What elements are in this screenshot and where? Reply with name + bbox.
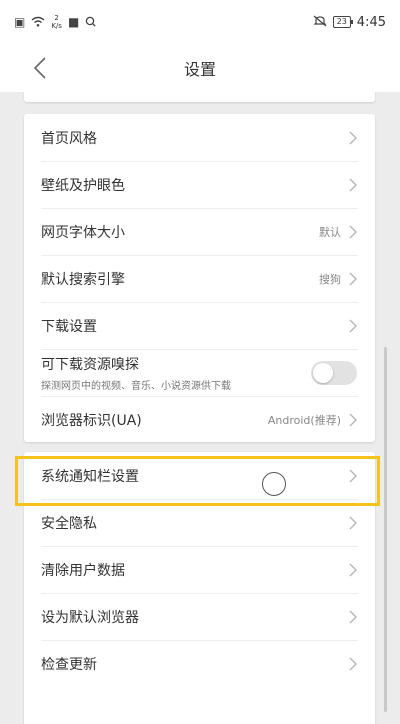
setting-user-agent[interactable]: 浏览器标识(UA) Android(推荐) — [24, 396, 375, 443]
chevron-right-icon — [349, 272, 357, 285]
resource-sniff-toggle[interactable] — [311, 360, 357, 385]
setting-label: 安全隐私 — [41, 515, 97, 532]
notification-icon: ▣ — [14, 15, 26, 29]
setting-label: 首页风格 — [41, 130, 97, 147]
header: 设置 — [0, 44, 400, 92]
status-bar: ▣ 2 K/s ■ 23 4:45 — [0, 0, 400, 44]
setting-label: 默认搜索引擎 — [41, 271, 125, 288]
net-speed-unit: K/s — [51, 22, 62, 30]
setting-label: 检查更新 — [41, 656, 97, 673]
settings-content[interactable]: 首页风格 壁纸及护眼色 网页字体大小 默认 默认搜索引擎 搜狗 下载设置 可下载… — [0, 92, 400, 724]
setting-value: Android(推荐) — [267, 413, 341, 427]
setting-font-size[interactable]: 网页字体大小 默认 — [24, 208, 375, 255]
setting-value: 默认 — [319, 225, 341, 239]
setting-notification-bar[interactable]: 系统通知栏设置 — [24, 452, 375, 499]
setting-label: 壁纸及护眼色 — [41, 177, 125, 194]
setting-download[interactable]: 下载设置 — [24, 302, 375, 349]
setting-text: 可下载资源嗅探 探测网页中的视频、音乐、小说资源供下载 — [41, 354, 311, 392]
page-title: 设置 — [183, 60, 216, 79]
setting-privacy[interactable]: 安全隐私 — [24, 499, 375, 546]
chevron-right-icon — [349, 131, 357, 144]
chevron-right-icon — [349, 225, 357, 238]
settings-group-2: 系统通知栏设置 安全隐私 清除用户数据 设为默认浏览器 检查更新 — [24, 452, 375, 724]
chevron-right-icon — [349, 516, 357, 529]
chevron-left-icon — [33, 57, 46, 79]
settings-group-1: 首页风格 壁纸及护眼色 网页字体大小 默认 默认搜索引擎 搜狗 下载设置 可下载… — [24, 114, 375, 442]
chevron-right-icon — [349, 178, 357, 191]
chevron-right-icon — [349, 657, 357, 670]
battery-icon: 23 — [332, 16, 354, 28]
toggle-knob — [313, 362, 333, 383]
setting-label: 可下载资源嗅探 — [41, 356, 139, 373]
scrollbar[interactable] — [384, 347, 387, 712]
chevron-right-icon — [349, 563, 357, 576]
setting-clear-data[interactable]: 清除用户数据 — [24, 546, 375, 593]
setting-label: 网页字体大小 — [41, 224, 125, 241]
setting-default-browser[interactable]: 设为默认浏览器 — [24, 593, 375, 640]
chevron-right-icon — [349, 610, 357, 623]
setting-label: 系统通知栏设置 — [41, 468, 139, 485]
setting-label: 清除用户数据 — [41, 562, 125, 579]
setting-label: 设为默认浏览器 — [41, 609, 139, 626]
setting-subtitle: 探测网页中的视频、音乐、小说资源供下载 — [41, 380, 231, 392]
chevron-right-icon — [349, 469, 357, 482]
net-speed-value: 2 — [54, 14, 59, 22]
chevron-right-icon — [349, 413, 357, 426]
setting-check-update[interactable]: 检查更新 — [24, 640, 375, 687]
status-time: 4:45 — [356, 14, 386, 30]
mute-icon — [313, 15, 327, 29]
wifi-icon — [31, 16, 45, 29]
setting-value: 搜狗 — [319, 272, 341, 286]
search-status-icon — [85, 16, 96, 29]
network-speed: 2 K/s — [51, 14, 62, 30]
stop-icon: ■ — [67, 15, 80, 29]
setting-home-style[interactable]: 首页风格 — [24, 114, 375, 161]
back-button[interactable] — [22, 50, 58, 86]
status-right: 23 4:45 — [313, 15, 386, 30]
chevron-right-icon — [349, 319, 357, 332]
setting-resource-sniff: 可下载资源嗅探 探测网页中的视频、音乐、小说资源供下载 — [24, 349, 375, 396]
setting-label: 下载设置 — [41, 318, 97, 335]
status-left: ▣ 2 K/s ■ — [14, 14, 96, 30]
setting-search-engine[interactable]: 默认搜索引擎 搜狗 — [24, 255, 375, 302]
setting-label: 浏览器标识(UA) — [41, 412, 142, 429]
setting-wallpaper[interactable]: 壁纸及护眼色 — [24, 161, 375, 208]
settings-card-top — [24, 92, 375, 102]
